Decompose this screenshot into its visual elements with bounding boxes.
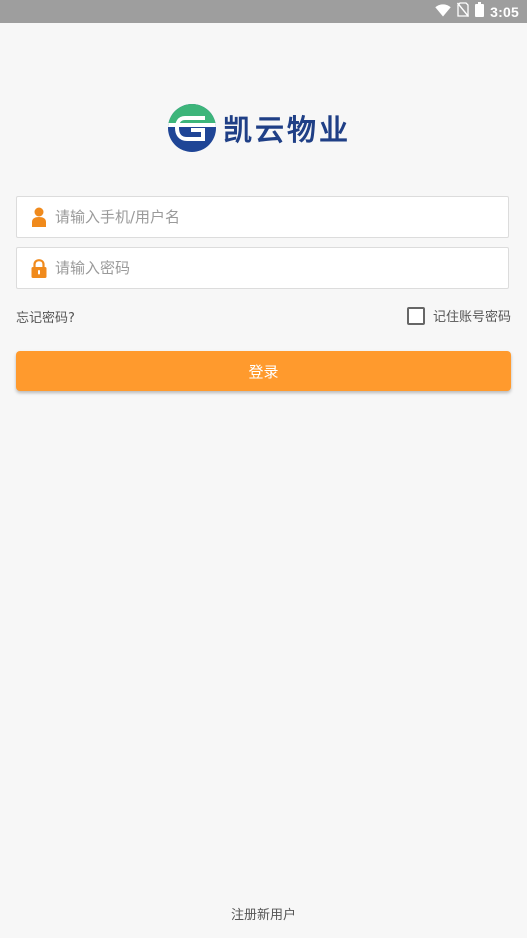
battery-icon	[475, 2, 485, 21]
wifi-icon	[435, 2, 451, 21]
register-link[interactable]: 注册新用户	[0, 904, 527, 923]
remember-checkbox[interactable]	[406, 306, 425, 325]
login-button[interactable]: 登录	[16, 351, 511, 391]
user-icon	[29, 205, 49, 229]
forgot-password-link[interactable]: 忘记密码?	[16, 307, 75, 326]
password-field[interactable]	[16, 247, 509, 289]
remember-credentials[interactable]: 记住账号密码	[406, 306, 511, 325]
lock-icon	[29, 256, 49, 280]
remember-label: 记住账号密码	[432, 310, 511, 325]
status-icons: 3:05	[435, 0, 519, 23]
kaiyun-logo-icon	[168, 104, 216, 152]
username-input[interactable]	[55, 197, 508, 237]
brand-name: 凯云物业	[223, 113, 352, 147]
no-sim-icon	[457, 2, 470, 21]
brand-logo: 凯云物业	[167, 103, 351, 153]
status-time: 3:05	[490, 3, 519, 20]
status-bar: 3:05	[0, 0, 527, 23]
password-input[interactable]	[55, 248, 508, 288]
username-field[interactable]	[16, 196, 509, 238]
